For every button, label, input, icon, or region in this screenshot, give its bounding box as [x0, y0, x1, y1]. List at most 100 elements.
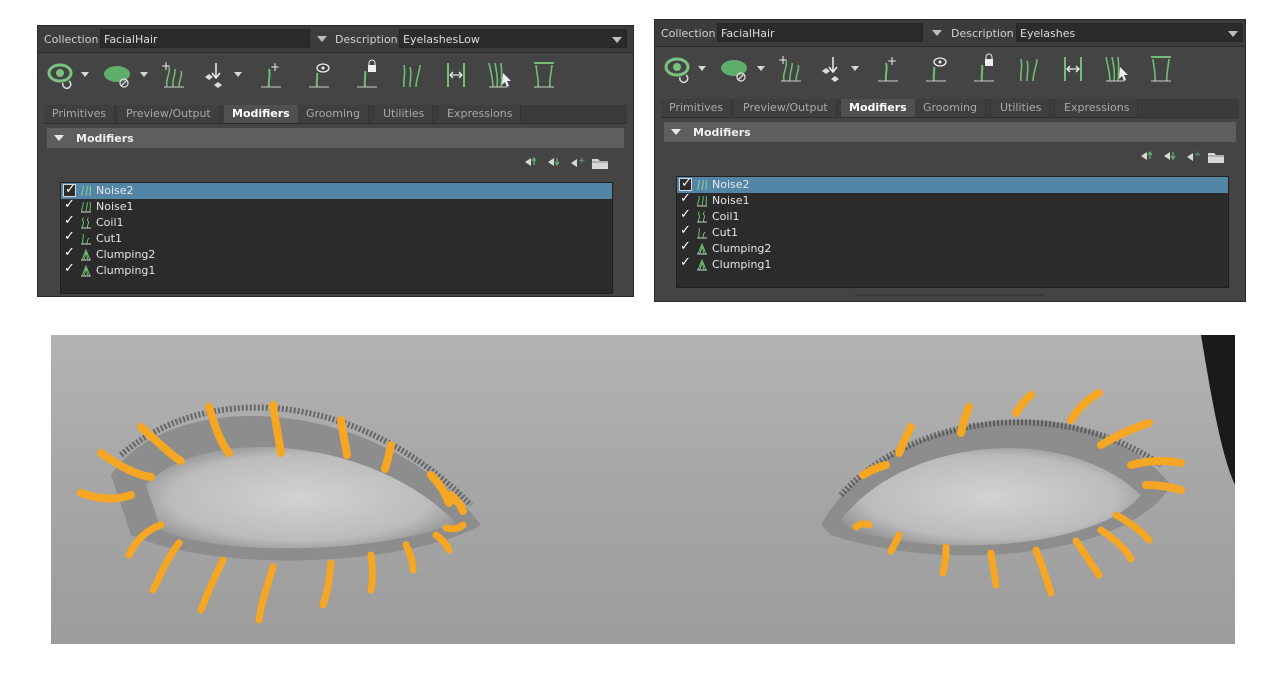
- panel-splitter[interactable]: [855, 294, 1045, 296]
- guide-spread-icon[interactable]: [442, 59, 472, 91]
- chevron-down-icon[interactable]: [234, 72, 242, 77]
- chevron-down-icon[interactable]: [851, 66, 859, 71]
- modifier-row[interactable]: ✓ Coil1: [677, 207, 1228, 225]
- toolbar: + +: [655, 47, 1245, 93]
- modifier-stack-tools: +: [1139, 150, 1229, 164]
- add-guide-icon[interactable]: +: [159, 59, 189, 91]
- tab-preview-output[interactable]: Preview/Output: [118, 105, 220, 123]
- chevron-down-icon[interactable]: [140, 72, 148, 77]
- modifier-row[interactable]: ✓ Cut1: [677, 223, 1228, 241]
- move-down-icon[interactable]: [1162, 150, 1178, 162]
- cut-icon: [696, 227, 708, 239]
- folder-icon[interactable]: [591, 156, 609, 170]
- add-point-icon[interactable]: +: [874, 53, 904, 85]
- preview-eye-icon[interactable]: [47, 59, 77, 91]
- 3d-viewport[interactable]: [51, 335, 1235, 644]
- toggle-guide-icon[interactable]: [305, 59, 335, 91]
- modifier-name: Clumping2: [96, 248, 156, 261]
- add-point-icon[interactable]: +: [257, 59, 287, 91]
- preview-eye-icon[interactable]: [664, 53, 694, 85]
- collection-bar: Collection FacialHair Description Eyelas…: [655, 20, 1245, 47]
- guide-toggle-icon[interactable]: [1147, 53, 1177, 85]
- svg-text:+: +: [1194, 150, 1201, 160]
- hide-icon[interactable]: [102, 59, 132, 91]
- checkbox[interactable]: ✓: [679, 223, 692, 239]
- tab-modifiers[interactable]: Modifiers: [224, 105, 299, 123]
- description-dropdown[interactable]: Eyelashes: [1016, 23, 1243, 42]
- checkbox[interactable]: ✓: [679, 176, 692, 191]
- noise-icon: [80, 185, 92, 197]
- move-guide-icon[interactable]: [819, 53, 849, 85]
- collection-dropdown-arrow[interactable]: [932, 30, 942, 36]
- section-title: Modifiers: [76, 132, 134, 145]
- coil-icon: [80, 217, 92, 229]
- tab-bar: Primitives Preview/Output Modifiers Groo…: [661, 99, 1239, 118]
- checkbox[interactable]: ✓: [63, 229, 76, 245]
- modifiers-section-header[interactable]: Modifiers: [47, 128, 624, 148]
- collection-dropdown[interactable]: FacialHair: [100, 29, 310, 48]
- chevron-down-icon: [1228, 31, 1238, 37]
- add-guide-icon[interactable]: +: [776, 53, 806, 85]
- move-up-icon[interactable]: [1139, 150, 1155, 162]
- modifier-list: ✓ Noise2 ✓ Noise1 ✓ Coil1 ✓ Cut1 ✓ Clump…: [60, 182, 613, 294]
- guide-spread-icon[interactable]: [1059, 53, 1089, 85]
- tab-expressions[interactable]: Expressions: [439, 105, 522, 123]
- select-guide-icon[interactable]: [485, 59, 515, 91]
- toggle-guide-icon[interactable]: [922, 53, 952, 85]
- tab-grooming[interactable]: Grooming: [915, 99, 986, 117]
- checkbox[interactable]: ✓: [679, 255, 692, 271]
- chevron-down-icon[interactable]: [698, 66, 706, 71]
- chevron-down-icon[interactable]: [81, 72, 89, 77]
- tab-primitives[interactable]: Primitives: [661, 99, 733, 117]
- move-down-icon[interactable]: [546, 156, 562, 168]
- modifier-row[interactable]: ✓ Noise2: [677, 176, 1228, 193]
- lock-guide-icon[interactable]: [353, 59, 383, 91]
- collection-dropdown-arrow[interactable]: [317, 36, 327, 42]
- checkbox[interactable]: ✓: [63, 261, 76, 277]
- chevron-down-icon[interactable]: [757, 66, 765, 71]
- tab-expressions[interactable]: Expressions: [1056, 99, 1139, 117]
- checkbox[interactable]: ✓: [679, 191, 692, 207]
- modifier-row[interactable]: ✓ Coil1: [61, 213, 612, 231]
- tab-utilities[interactable]: Utilities: [992, 99, 1051, 117]
- tab-modifiers[interactable]: Modifiers: [841, 99, 916, 117]
- tab-utilities[interactable]: Utilities: [375, 105, 434, 123]
- modifier-row[interactable]: ✓ Cut1: [61, 229, 612, 247]
- description-dropdown[interactable]: EyelashesLow: [399, 29, 627, 48]
- checkbox[interactable]: ✓: [679, 207, 692, 223]
- add-modifier-icon[interactable]: +: [1185, 150, 1202, 162]
- clumping-icon: [80, 248, 92, 261]
- tab-grooming[interactable]: Grooming: [298, 105, 369, 123]
- select-guide-icon[interactable]: [1102, 53, 1132, 85]
- cut-icon: [80, 233, 92, 245]
- modifier-name: Coil1: [712, 210, 740, 223]
- checkbox[interactable]: ✓: [63, 182, 76, 197]
- checkbox[interactable]: ✓: [63, 197, 76, 213]
- modifier-row[interactable]: ✓ Clumping1: [677, 255, 1228, 273]
- modifier-row[interactable]: ✓ Noise1: [61, 197, 612, 215]
- description-value: Eyelashes: [1020, 27, 1076, 40]
- modifier-row[interactable]: ✓ Noise1: [677, 191, 1228, 209]
- tab-primitives[interactable]: Primitives: [44, 105, 116, 123]
- hide-icon[interactable]: [719, 53, 749, 85]
- checkbox[interactable]: ✓: [63, 213, 76, 229]
- move-guide-icon[interactable]: [202, 59, 232, 91]
- modifier-row[interactable]: ✓ Clumping1: [61, 261, 612, 279]
- clumping-icon: [696, 258, 708, 271]
- tab-preview-output[interactable]: Preview/Output: [735, 99, 837, 117]
- modifier-row[interactable]: ✓ Clumping2: [677, 239, 1228, 257]
- modifiers-section-header[interactable]: Modifiers: [664, 122, 1236, 142]
- guide-length-icon[interactable]: [398, 59, 428, 91]
- lock-guide-icon[interactable]: [970, 53, 1000, 85]
- checkbox[interactable]: ✓: [63, 245, 76, 261]
- add-modifier-icon[interactable]: +: [569, 156, 586, 168]
- guide-length-icon[interactable]: [1015, 53, 1045, 85]
- guide-toggle-icon[interactable]: [530, 59, 560, 91]
- collection-label: Collection: [661, 27, 716, 40]
- folder-icon[interactable]: [1207, 150, 1225, 164]
- modifier-row[interactable]: ✓ Noise2: [61, 182, 612, 199]
- checkbox[interactable]: ✓: [679, 239, 692, 255]
- collection-dropdown[interactable]: FacialHair: [717, 23, 923, 42]
- modifier-row[interactable]: ✓ Clumping2: [61, 245, 612, 263]
- move-up-icon[interactable]: [523, 156, 539, 168]
